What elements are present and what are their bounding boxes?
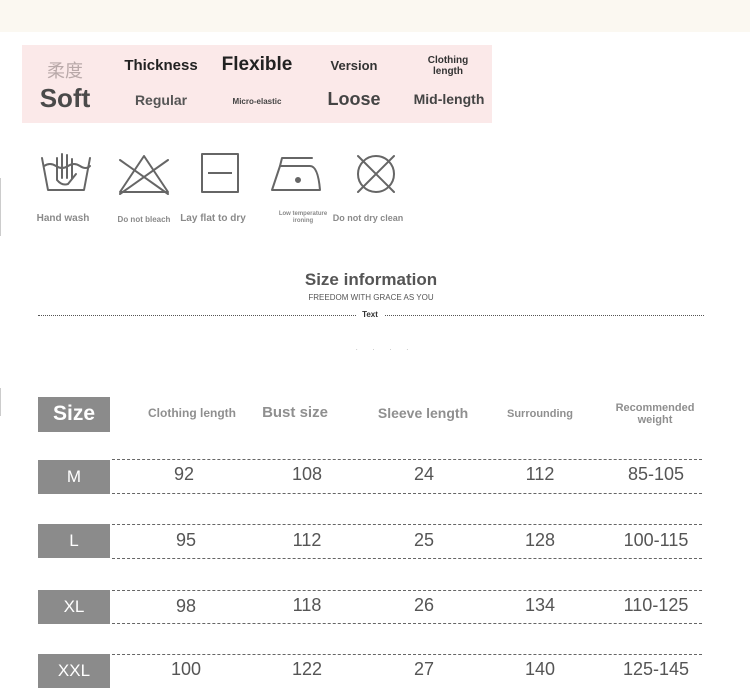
row-divider — [112, 558, 702, 559]
row-divider — [112, 590, 702, 591]
do-not-dry-clean-icon — [348, 150, 404, 198]
size-xl: XL — [38, 590, 110, 624]
cell-m-sleeve-length: 24 — [413, 464, 435, 484]
cell-m-bust-size: 108 — [291, 464, 323, 484]
thickness-label: Thickness — [124, 57, 198, 74]
low-temperature-ironing-icon — [268, 150, 324, 198]
size-info-title: Size information — [304, 270, 438, 289]
col-header-surrounding: Surrounding — [507, 408, 573, 420]
edge-mark — [0, 388, 1, 416]
hand-wash-label: Hand wash — [36, 213, 90, 224]
row-divider — [112, 623, 702, 624]
hand-wash-icon — [38, 150, 94, 198]
cell-l-bust-size: 112 — [292, 530, 322, 550]
cell-xxl-bust-size: 122 — [291, 659, 323, 679]
cell-l-surrounding: 128 — [524, 530, 556, 550]
size-m: M — [38, 460, 110, 494]
col-header-clothing-length: Clothing length — [148, 406, 236, 420]
col-header-recommended-weight: Recommended weight — [615, 402, 695, 426]
text-mark: Text — [356, 310, 384, 319]
cell-xxl-clothing-length: 100 — [170, 659, 202, 679]
size-xxl: XXL — [38, 654, 110, 688]
cell-m-surrounding: 112 — [525, 464, 555, 484]
cell-xxl-sleeve-length: 27 — [413, 659, 435, 679]
cell-xxl-weight: 125-145 — [622, 659, 690, 679]
lay-flat-to-dry-label: Lay flat to dry — [180, 213, 246, 224]
size-header: Size — [38, 397, 110, 432]
length-label: Clothing length — [427, 55, 469, 77]
cell-l-weight: 100-115 — [623, 530, 689, 550]
softness-value: Soft — [39, 83, 91, 113]
do-not-bleach-icon — [116, 150, 172, 198]
decorative-dots: · · · · — [355, 345, 415, 354]
cell-xl-sleeve-length: 26 — [413, 595, 435, 615]
row-divider — [112, 654, 702, 655]
cell-xl-weight: 110-125 — [623, 595, 689, 615]
softness-cn-label: 柔度 — [47, 61, 83, 82]
do-not-dry-clean-label: Do not dry clean — [332, 213, 404, 223]
lay-flat-to-dry-icon — [192, 150, 248, 198]
flex-label: Flexible — [221, 54, 293, 75]
cell-xxl-surrounding: 140 — [524, 659, 556, 679]
cell-l-clothing-length: 95 — [175, 530, 197, 550]
cell-xl-clothing-length: 98 — [175, 596, 197, 616]
length-value: Mid-length — [413, 91, 485, 107]
cell-xl-surrounding: 134 — [524, 595, 556, 615]
col-header-bust-size: Bust size — [262, 404, 328, 421]
attribute-panel: 柔度 Soft Thickness Regular Flexible Micro… — [22, 45, 492, 123]
size-info-subtitle: FREEDOM WITH GRACE AS YOU — [308, 293, 434, 302]
col-header-sleeve-length: Sleeve length — [377, 405, 469, 421]
low-temperature-ironing-label: Low temperature ironing — [278, 211, 328, 224]
row-divider — [112, 524, 702, 525]
cell-m-clothing-length: 92 — [173, 464, 195, 484]
cell-m-weight: 85-105 — [627, 464, 685, 484]
thickness-value: Regular — [134, 92, 188, 108]
flex-value: Micro-elastic — [232, 97, 282, 106]
row-divider — [112, 459, 702, 460]
top-strip — [0, 0, 750, 32]
cell-l-sleeve-length: 25 — [413, 530, 435, 550]
size-l: L — [38, 524, 110, 558]
edge-mark — [0, 178, 1, 236]
row-divider — [112, 493, 702, 494]
do-not-bleach-label: Do not bleach — [117, 215, 171, 224]
version-label: Version — [330, 58, 378, 73]
version-value: Loose — [327, 89, 381, 109]
cell-xl-bust-size: 118 — [292, 595, 322, 615]
